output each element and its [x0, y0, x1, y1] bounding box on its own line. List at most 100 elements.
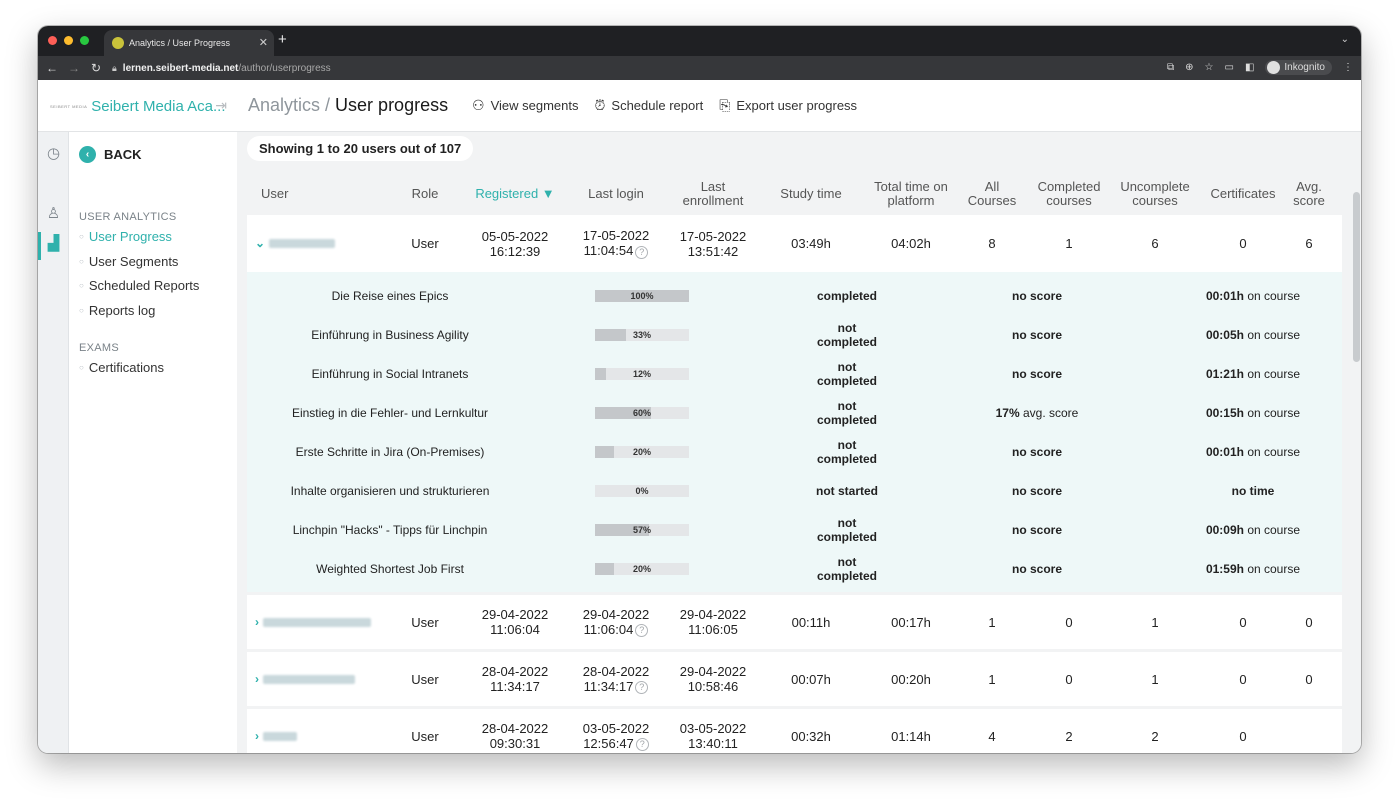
header-actions: ⚇ View segments ⏰︎ Schedule report ⎘ Exp…	[472, 97, 857, 114]
last-login-cell: 28-04-2022 11:34:17?	[577, 652, 655, 706]
uncomplete-courses-cell: 6	[1151, 236, 1159, 251]
close-tab-icon[interactable]: ✕	[259, 36, 268, 49]
exit-icon[interactable]: ⇥	[215, 97, 227, 114]
course-progress: 20%	[587, 549, 697, 588]
sidebar-item-user-segments[interactable]: ○ User Segments	[79, 254, 178, 269]
incognito-profile-button[interactable]: Inkognito	[1265, 60, 1332, 75]
last-login-date: 28-04-2022	[582, 663, 650, 679]
export-user-progress-button[interactable]: ⎘ Export user progress	[719, 97, 857, 114]
close-window-button[interactable]	[48, 36, 57, 45]
column-total-time[interactable]: Total time on platform	[865, 172, 957, 215]
sidebar-item-reports-log[interactable]: ○ Reports log	[79, 303, 155, 318]
help-icon[interactable]: ?	[635, 624, 649, 638]
table-row[interactable]: › User 29-04-2022 11:06:04 29-04-2022 11:0…	[247, 595, 1342, 652]
column-uncomplete-courses[interactable]: Uncomplete courses	[1113, 172, 1197, 215]
last-enrollment-date: 17-05-2022	[679, 228, 747, 244]
user-cell[interactable]: ⌄	[255, 215, 385, 272]
maximize-window-button[interactable]	[80, 36, 89, 45]
course-progress: 33%	[587, 315, 697, 354]
chevron-down-icon[interactable]: ⌄	[255, 236, 265, 251]
analytics-chart-icon[interactable]: ▟	[38, 234, 69, 252]
last-login-cell: 17-05-2022 11:04:54?	[577, 215, 655, 272]
chevron-left-icon: ‹	[79, 146, 96, 163]
help-icon[interactable]: ?	[635, 245, 649, 259]
profile-label: Inkognito	[1284, 62, 1325, 73]
scrollbar-thumb[interactable]	[1353, 192, 1360, 362]
bookmark-star-icon[interactable]: ☆	[1205, 62, 1214, 73]
new-tab-icon[interactable]: +	[278, 31, 287, 48]
sidebar-item-user-progress[interactable]: ○ User Progress	[79, 229, 172, 244]
sidebar-item-label: User Segments	[88, 254, 179, 269]
column-last-enrollment[interactable]: Last enrollment	[673, 172, 753, 215]
breadcrumb-analytics[interactable]: Analytics /	[248, 95, 330, 115]
table-row[interactable]: › User 28-04-2022 11:34:17 28-04-2022 11:3…	[247, 652, 1342, 709]
zoom-icon[interactable]: ⊕	[1185, 62, 1193, 73]
back-button[interactable]: ‹ BACK	[79, 146, 142, 163]
user-cell[interactable]: ›	[255, 652, 385, 706]
last-login-time: 11:34:17	[583, 678, 634, 694]
column-user[interactable]: User	[261, 172, 381, 215]
course-row: Linchpin "Hacks" - Tipps für Linchpin 57%…	[247, 510, 1342, 549]
user-icon[interactable]: ♙	[38, 204, 69, 222]
registered-cell: 29-04-2022 11:06:04	[469, 595, 561, 649]
registered-cell: 28-04-2022 09:30:31	[469, 709, 561, 753]
table-row[interactable]: › User 28-04-2022 09:30:31 03-05-2022 12:5…	[247, 709, 1342, 753]
side-panel-icon[interactable]: ◧	[1245, 62, 1254, 73]
user-cell[interactable]: ›	[255, 709, 385, 753]
vertical-scrollbar[interactable]	[1352, 132, 1361, 753]
browser-menu-icon[interactable]: ⋮	[1343, 62, 1353, 73]
sidebar-item-scheduled-reports[interactable]: ○ Scheduled Reports	[79, 278, 199, 293]
user-cell[interactable]: ›	[255, 595, 385, 649]
column-certificates[interactable]: Certificates	[1201, 172, 1285, 215]
schedule-report-button[interactable]: ⏰︎ Schedule report	[594, 97, 703, 114]
progress-bar: 100%	[595, 289, 689, 302]
course-time: 01:21h on course	[1177, 354, 1329, 393]
users-icon: ⚇	[472, 97, 485, 113]
progress-bar: 60%	[595, 406, 689, 419]
column-all-courses[interactable]: All Courses	[963, 172, 1021, 215]
column-completed-courses[interactable]: Completed courses	[1027, 172, 1111, 215]
export-icon: ⎘	[719, 97, 731, 113]
column-role[interactable]: Role	[397, 172, 453, 215]
course-time-value: 00:05h	[1205, 327, 1244, 342]
sidebar-item-certifications[interactable]: ○ Certifications	[79, 360, 164, 375]
course-progress: 60%	[587, 393, 697, 432]
column-registered[interactable]: Registered ▼	[469, 172, 561, 215]
course-time-suffix: on course	[1243, 405, 1301, 420]
browser-tab[interactable]: Analytics / User Progress ✕	[104, 30, 274, 56]
chevron-right-icon[interactable]: ›	[255, 729, 259, 744]
course-progress: 100%	[587, 276, 697, 315]
chevron-right-icon[interactable]: ›	[255, 615, 259, 630]
column-last-login[interactable]: Last login	[577, 172, 655, 215]
cast-icon[interactable]: ▭	[1225, 62, 1234, 73]
course-score-value: no score	[1011, 444, 1062, 459]
back-arrow-icon[interactable]: ←	[44, 61, 60, 75]
sidebar-item-label: Reports log	[88, 303, 156, 318]
view-segments-button[interactable]: ⚇ View segments	[472, 97, 578, 114]
bullet-icon: ○	[79, 363, 84, 372]
column-study-time[interactable]: Study time	[771, 172, 851, 215]
minimize-window-button[interactable]	[64, 36, 73, 45]
course-progress: 0%	[587, 471, 697, 510]
uncomplete-courses-cell: 1	[1151, 614, 1159, 630]
translate-icon[interactable]: ⧉	[1167, 62, 1174, 73]
progress-bar: 57%	[595, 523, 689, 536]
reload-icon[interactable]: ↻	[88, 61, 104, 75]
table-row[interactable]: ⌄ User 05-05-2022 16:12:39 17-05-2022 11:0…	[247, 215, 1342, 272]
registered-time: 11:34:17	[490, 679, 540, 694]
brand[interactable]: SEIBERT MEDIA Seibert Media Aca... ⇥	[38, 80, 237, 132]
course-name: Die Reise eines Epics	[331, 288, 449, 303]
tab-search-chevron-icon[interactable]: ⌄	[1341, 34, 1349, 45]
forward-arrow-icon[interactable]: →	[66, 61, 82, 75]
course-name: Einführung in Business Agility	[311, 327, 469, 342]
help-icon[interactable]: ?	[635, 738, 649, 752]
chevron-right-icon[interactable]: ›	[255, 672, 259, 687]
help-icon[interactable]: ?	[635, 681, 649, 695]
column-avg-score[interactable]: Avg. score	[1287, 172, 1331, 215]
course-progress: 20%	[587, 432, 697, 471]
course-score-value: no score	[1011, 483, 1062, 498]
sidebar-item-label: User Progress	[88, 229, 172, 244]
course-progress: 57%	[587, 510, 697, 549]
timer-icon[interactable]: ◷	[38, 144, 69, 162]
last-enrollment-date: 03-05-2022	[679, 721, 747, 736]
